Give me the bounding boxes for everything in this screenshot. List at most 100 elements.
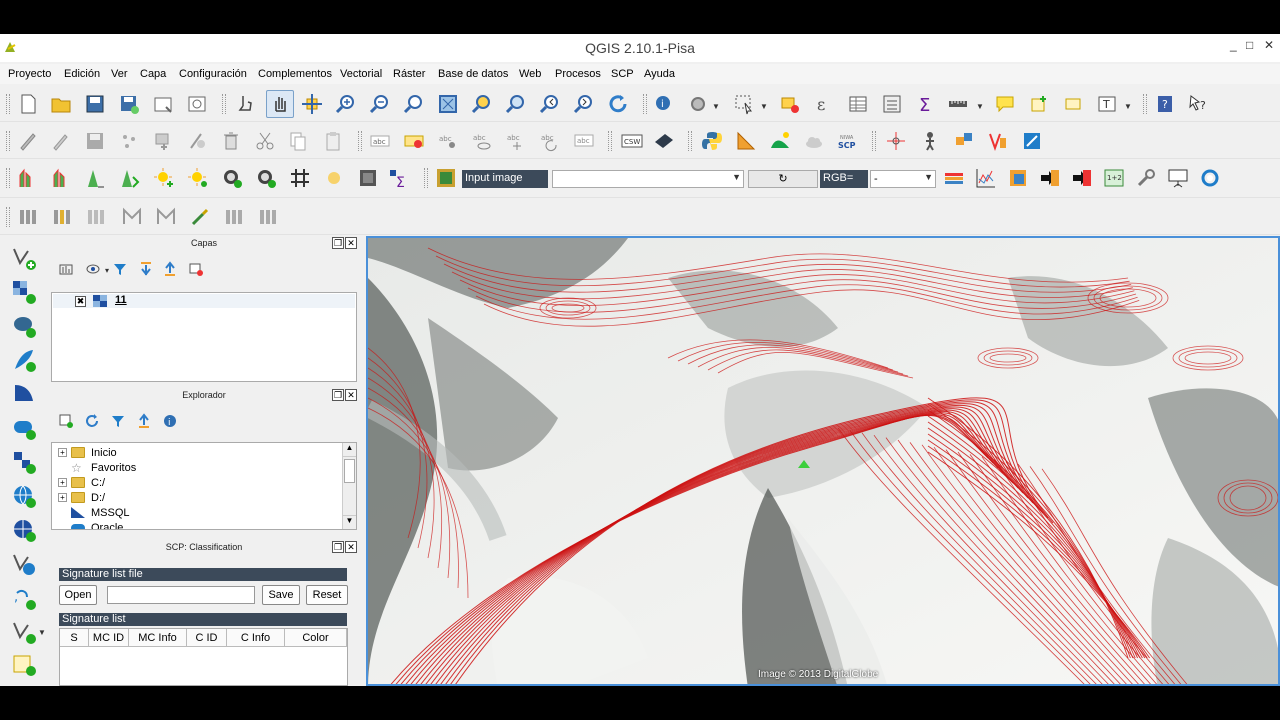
refresh-browser-button[interactable] <box>83 412 101 430</box>
identify-features-button[interactable]: i <box>652 92 676 116</box>
save-signature-button[interactable]: Save <box>262 585 300 605</box>
reset-signature-button[interactable]: Reset <box>306 585 348 605</box>
toolbar-grip[interactable] <box>6 94 10 114</box>
statistical-summary-button[interactable]: Σ <box>914 92 938 116</box>
blue-tool-button[interactable] <box>1020 129 1044 153</box>
open-signature-button[interactable]: Open <box>59 585 97 605</box>
add-vector-layer-button[interactable] <box>10 244 38 272</box>
zoom-out-button[interactable] <box>368 92 392 116</box>
manage-visibility-button[interactable] <box>85 260 103 278</box>
show-hide-labels-button[interactable]: abc <box>470 129 494 153</box>
zoom-to-layer-button[interactable] <box>504 92 528 116</box>
raster-brush-button[interactable] <box>188 205 212 229</box>
menu-proyecto[interactable]: Proyecto <box>8 68 51 80</box>
toolbar-grip[interactable] <box>643 94 647 114</box>
browser-item-inicio[interactable]: + Inicio <box>58 445 117 460</box>
browser-item-favoritos[interactable]: ☆ Favoritos <box>58 460 136 475</box>
action-dropdown-arrow[interactable]: ▼ <box>712 102 720 111</box>
save-project-button[interactable] <box>83 92 107 116</box>
menu-web[interactable]: Web <box>519 68 541 80</box>
float-panel-button[interactable]: ❐ <box>332 389 344 401</box>
new-print-composer-button[interactable] <box>151 92 175 116</box>
raster-stack-3-button[interactable] <box>84 205 108 229</box>
input-image-select[interactable]: ▼ <box>552 170 744 188</box>
annotation-dropdown-arrow[interactable]: ▼ <box>1124 102 1132 111</box>
menu-procesos[interactable]: Procesos <box>555 68 601 80</box>
zoom-full-button[interactable] <box>436 92 460 116</box>
raster-tool-m-button[interactable] <box>120 205 144 229</box>
band-calc-button[interactable]: 1+2 <box>1102 166 1126 190</box>
toolbar-grip[interactable] <box>1143 94 1147 114</box>
zoom-to-selection-button[interactable] <box>470 92 494 116</box>
grid-tool-button[interactable] <box>288 166 312 190</box>
menu-configuracion[interactable]: Configuración <box>179 68 247 80</box>
add-wfs-layer-button[interactable] <box>10 550 38 578</box>
browser-item-d-drive[interactable]: + D:/ <box>58 490 105 505</box>
cut-features-button[interactable] <box>253 129 277 153</box>
move-label-button[interactable]: abc <box>504 129 528 153</box>
close-window-button[interactable]: ✕ <box>1264 38 1274 52</box>
roi-tool-2-button[interactable] <box>254 166 278 190</box>
raster-stack-1-button[interactable] <box>16 205 40 229</box>
whats-this-button[interactable]: ? <box>1187 92 1211 116</box>
new-layer-button[interactable] <box>10 618 38 646</box>
paste-features-button[interactable] <box>321 129 345 153</box>
field-calculator-button[interactable] <box>880 92 904 116</box>
toolbar-grip[interactable] <box>358 131 362 151</box>
map-canvas[interactable]: Image © 2013 DigitalGlobe <box>366 236 1280 686</box>
menu-scp[interactable]: SCP <box>611 68 634 80</box>
change-label-button[interactable]: abc <box>572 129 596 153</box>
toolbar-grip[interactable] <box>608 131 612 151</box>
layer-diagram-button[interactable] <box>402 129 426 153</box>
save-edits-button[interactable] <box>83 129 107 153</box>
expand-all-button[interactable] <box>137 260 155 278</box>
band-set-button[interactable] <box>356 166 380 190</box>
collapse-all-button[interactable] <box>161 260 179 278</box>
visibility-dropdown-arrow[interactable]: ▾ <box>105 266 109 275</box>
raster-tool-3-button[interactable] <box>84 166 108 190</box>
open-project-button[interactable] <box>49 92 73 116</box>
pin-labels-button[interactable]: abc <box>436 129 460 153</box>
refresh-image-list-button[interactable]: ↻ <box>748 170 818 188</box>
measure-line-button[interactable] <box>946 92 970 116</box>
add-delimited-text-button[interactable]: , <box>10 584 38 612</box>
cloud-button[interactable] <box>802 129 826 153</box>
column-color[interactable]: Color <box>285 629 347 647</box>
color-composite-button[interactable] <box>942 166 966 190</box>
add-selected-layer-button[interactable] <box>57 412 75 430</box>
layer-row[interactable]: ✖ 11 <box>53 294 355 308</box>
filter-legend-button[interactable] <box>111 260 129 278</box>
raster-stack-5-button[interactable] <box>256 205 280 229</box>
add-mssql-layer-button[interactable] <box>10 380 38 408</box>
composer-manager-button[interactable] <box>185 92 209 116</box>
float-panel-button[interactable]: ❐ <box>332 237 344 249</box>
layer-labeling-button[interactable]: abc <box>368 129 392 153</box>
raster-stack-2-button[interactable] <box>50 205 74 229</box>
column-c-id[interactable]: C ID <box>187 629 227 647</box>
green-layer-button[interactable] <box>768 129 792 153</box>
deselect-all-button[interactable] <box>778 92 802 116</box>
collapse-browser-button[interactable] <box>135 412 153 430</box>
raster-tool-2-button[interactable] <box>50 166 74 190</box>
zoom-last-button[interactable] <box>538 92 562 116</box>
open-attribute-table-button[interactable] <box>846 92 870 116</box>
current-edits-button[interactable] <box>16 129 40 153</box>
menu-complementos[interactable]: Complementos <box>258 68 332 80</box>
close-panel-button[interactable]: ✕ <box>345 389 357 401</box>
move-feature-button[interactable] <box>151 129 175 153</box>
signature-file-path-field[interactable] <box>107 586 255 604</box>
geonode-button[interactable] <box>652 129 676 153</box>
toolbar-grip[interactable] <box>872 131 876 151</box>
map-tips-button[interactable] <box>993 92 1017 116</box>
zoom-native-button[interactable] <box>402 92 426 116</box>
toolbar-grip[interactable] <box>6 131 10 151</box>
scp-cycle-button[interactable] <box>1198 166 1222 190</box>
add-virtual-layer-button[interactable] <box>10 650 38 678</box>
toolbar-grip[interactable] <box>222 94 226 114</box>
save-as-button[interactable] <box>117 92 141 116</box>
raster-tool-4-button[interactable] <box>118 166 142 190</box>
close-panel-button[interactable]: ✕ <box>345 541 357 553</box>
delete-selected-button[interactable] <box>219 129 243 153</box>
toggle-editing-button[interactable] <box>48 129 72 153</box>
text-annotation-button[interactable]: T <box>1095 92 1119 116</box>
